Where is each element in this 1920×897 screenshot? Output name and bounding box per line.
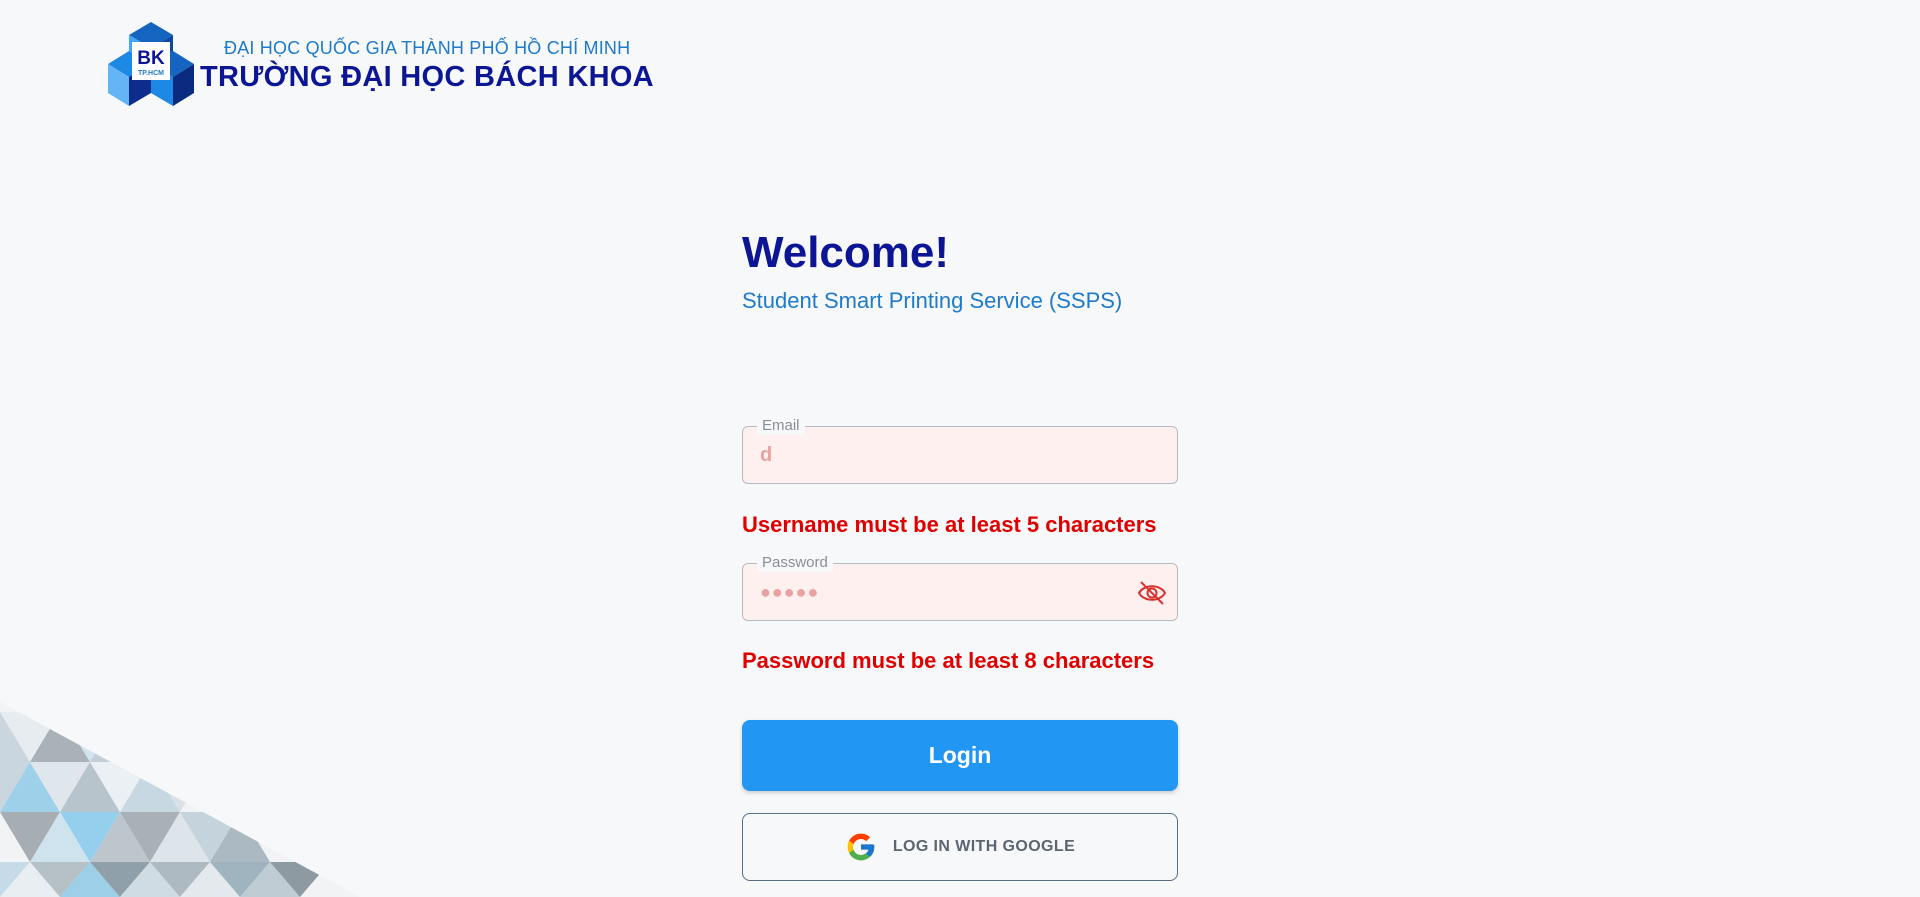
google-login-button[interactable]: LOG IN WITH GOOGLE bbox=[742, 813, 1178, 881]
email-field[interactable]: Email d bbox=[742, 417, 1178, 484]
service-subtitle: Student Smart Printing Service (SSPS) bbox=[742, 288, 1123, 313]
google-login-label: LOG IN WITH GOOGLE bbox=[892, 838, 1076, 855]
school-name: TRƯỜNG ĐẠI HỌC BÁCH KHOA bbox=[200, 61, 654, 93]
google-icon bbox=[847, 833, 875, 861]
decorative-triangle-pattern bbox=[0, 702, 360, 897]
email-error-message: Username must be at least 5 characters bbox=[742, 512, 1157, 537]
password-error-message: Password must be at least 8 characters bbox=[742, 648, 1155, 673]
login-button[interactable]: Login bbox=[742, 720, 1178, 791]
school-name-block: ĐẠI HỌC QUỐC GIA THÀNH PHỐ HỒ CHÍ MINH T… bbox=[200, 34, 654, 94]
school-header: BK TP.HCM ĐẠI HỌC QUỐC GIA THÀNH PHỐ HỒ … bbox=[108, 20, 654, 108]
email-label: Email bbox=[757, 417, 805, 435]
email-input-value[interactable]: d bbox=[760, 444, 772, 466]
eye-off-icon[interactable] bbox=[1137, 579, 1167, 607]
university-name: ĐẠI HỌC QUỐC GIA THÀNH PHỐ HỒ CHÍ MINH bbox=[224, 38, 631, 58]
logo-subtext: TP.HCM bbox=[138, 70, 164, 77]
password-label: Password bbox=[757, 554, 833, 572]
password-input-value[interactable]: ●●●●● bbox=[760, 581, 819, 603]
bk-logo: BK TP.HCM bbox=[108, 22, 194, 106]
login-form: Welcome! Student Smart Printing Service … bbox=[742, 228, 1178, 881]
welcome-title: Welcome! bbox=[742, 228, 950, 277]
logo-text: BK bbox=[137, 48, 165, 69]
password-field[interactable]: Password ●●●●● bbox=[742, 554, 1178, 621]
